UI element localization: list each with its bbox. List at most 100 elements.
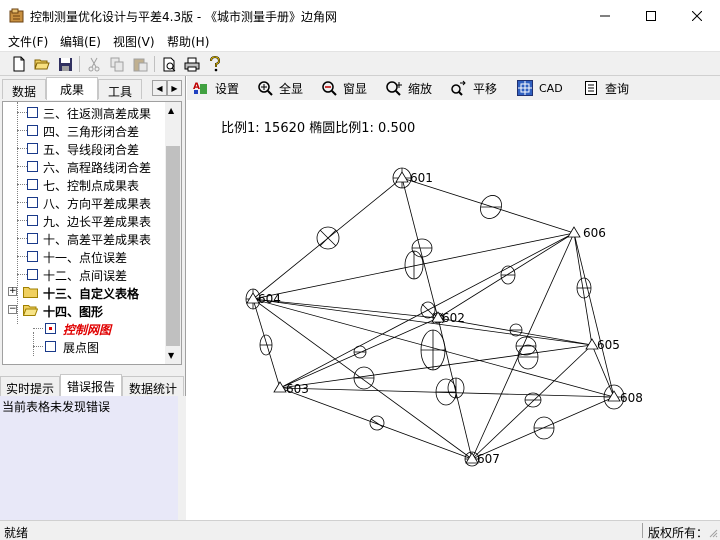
tree-item[interactable]: 七、控制点成果表 <box>3 175 168 193</box>
print-preview-button[interactable] <box>160 55 178 73</box>
zoom-button[interactable]: 缩放 <box>385 78 432 98</box>
tree-item-point-plot[interactable]: 展点图 <box>3 337 168 355</box>
tree-item[interactable]: 九、边长平差成果表 <box>3 211 168 229</box>
save-button[interactable] <box>56 55 74 73</box>
station-labels: 601 602 603 604 605 606 607 608 <box>258 171 643 466</box>
error-message: 当前表格未发现错误 <box>2 400 111 414</box>
status-ready: 就绪 <box>4 526 29 540</box>
settings-button[interactable]: A 设置 <box>192 78 239 98</box>
zoom-fit-icon <box>256 79 274 97</box>
tab-data-stats[interactable]: 数据统计 <box>122 376 184 396</box>
tree-item-label: 五、导线段闭合差 <box>43 143 140 157</box>
network-canvas[interactable]: 比例1: 15620 椭圆比例1: 0.500 601 602 603 604 … <box>187 100 720 520</box>
tab-results[interactable]: 成果 <box>46 77 98 100</box>
tree-item[interactable]: 十、高差平差成果表 <box>3 229 168 247</box>
tree-item-label: 四、三角形闭合差 <box>43 125 140 139</box>
about-button[interactable] <box>206 55 224 73</box>
tree-checkbox[interactable] <box>27 233 38 244</box>
document-query-icon <box>582 79 600 97</box>
collapse-icon[interactable]: − <box>8 305 17 314</box>
scroll-down-icon[interactable]: ▼ <box>168 351 174 360</box>
tree-item-label: 控制网图 <box>63 323 112 337</box>
tab-realtime-hints[interactable]: 实时提示 <box>0 376 60 396</box>
tree-checkbox[interactable] <box>27 269 38 280</box>
tree-checkbox[interactable] <box>27 107 38 118</box>
tree-item-label: 六、高程路线闭合差 <box>43 161 152 175</box>
results-tree: 三、往返测高差成果 四、三角形闭合差 五、导线段闭合差 六、高程路线闭合差 七、… <box>2 101 182 365</box>
copy-button[interactable] <box>108 55 126 73</box>
open-folder-icon <box>34 59 50 70</box>
fit-all-button[interactable]: 全显 <box>256 78 303 98</box>
tree-item[interactable]: 六、高程路线闭合差 <box>3 157 168 175</box>
tree-checkbox[interactable] <box>27 197 38 208</box>
new-button[interactable] <box>10 55 28 73</box>
fit-all-label: 全显 <box>279 81 304 96</box>
title-bar: 控制测量优化设计与平差4.3版 - 《城市测量手册》边角网 <box>0 0 720 31</box>
new-file-icon <box>13 56 25 72</box>
cut-icon <box>88 57 100 71</box>
tree-checkbox[interactable] <box>27 125 38 136</box>
tree-folder-graphics[interactable]: − 十四、图形 <box>3 301 168 319</box>
control-network-graph: 601 602 603 604 605 606 607 608 <box>245 167 643 467</box>
pan-label: 平移 <box>473 81 498 96</box>
resize-grip-icon[interactable] <box>708 528 718 538</box>
tree-checkbox[interactable] <box>45 341 56 352</box>
tree-folder-label: 十四、图形 <box>43 305 104 319</box>
tree-item[interactable]: 三、往返测高差成果 <box>3 103 168 121</box>
tab-data[interactable]: 数据 <box>2 79 46 99</box>
tab-scroll-right-button[interactable]: ▶ <box>167 80 182 96</box>
query-button[interactable]: 查询 <box>582 78 629 98</box>
zoom-label: 缩放 <box>408 81 433 96</box>
error-scrollbar[interactable] <box>178 396 186 520</box>
print-button[interactable] <box>183 55 201 73</box>
close-icon <box>692 10 702 21</box>
tree-item-control-network[interactable]: 控制网图 <box>3 319 168 337</box>
tree-checkbox-checked[interactable] <box>45 323 56 334</box>
bottom-tab-strip: 实时提示 错误报告 数据统计 <box>0 374 186 396</box>
save-icon <box>58 57 72 71</box>
tree-item[interactable]: 五、导线段闭合差 <box>3 139 168 157</box>
tree-item[interactable]: 十一、点位误差 <box>3 247 168 265</box>
tree-checkbox[interactable] <box>27 161 38 172</box>
tab-tools[interactable]: 工具 <box>98 79 142 99</box>
minimize-button[interactable] <box>582 0 628 31</box>
tree-item-label: 九、边长平差成果表 <box>43 215 152 229</box>
close-button[interactable] <box>674 0 720 31</box>
tree-item[interactable]: 八、方向平差成果表 <box>3 193 168 211</box>
tree-item[interactable]: 四、三角形闭合差 <box>3 121 168 139</box>
menu-file[interactable]: 文件(F) <box>8 33 48 50</box>
settings-label: 设置 <box>215 81 240 96</box>
expand-icon[interactable]: + <box>8 287 17 296</box>
tree-item[interactable]: 十二、点间误差 <box>3 265 168 283</box>
pan-button[interactable]: 平移 <box>450 78 497 98</box>
left-pane: 数据 成果 工具 ◀ ▶ 三、往返测高差成果 四、三角形闭合差 五、导线段闭合差 <box>0 76 186 520</box>
menu-edit[interactable]: 编辑(E) <box>60 33 101 50</box>
menu-view[interactable]: 视图(V) <box>113 33 155 50</box>
tab-error-report[interactable]: 错误报告 <box>60 374 122 396</box>
status-copyright: 版权所有： <box>648 526 709 540</box>
paste-icon <box>133 58 147 71</box>
menu-help[interactable]: 帮助(H) <box>167 33 209 50</box>
tree-folder-label: 十三、自定义表格 <box>43 287 140 301</box>
maximize-button[interactable] <box>628 0 674 31</box>
point-label: 603 <box>286 382 309 396</box>
tree-checkbox[interactable] <box>27 179 38 190</box>
tree-item-label: 七、控制点成果表 <box>43 179 140 193</box>
tree-item-label: 十、高差平差成果表 <box>43 233 152 247</box>
open-button[interactable] <box>33 55 51 73</box>
tree-folder-custom-tables[interactable]: + 十三、自定义表格 <box>3 283 168 301</box>
tree-checkbox[interactable] <box>27 143 38 154</box>
point-label: 608 <box>620 391 643 405</box>
paste-button[interactable] <box>131 55 149 73</box>
scrollbar-thumb[interactable] <box>166 146 180 346</box>
tree-scrollbar[interactable]: ▲ ▼ <box>165 102 181 364</box>
tree-checkbox[interactable] <box>27 215 38 226</box>
tree-checkbox[interactable] <box>27 251 38 262</box>
cad-icon <box>516 79 534 97</box>
tab-scroll-left-button[interactable]: ◀ <box>152 80 167 96</box>
cad-button[interactable]: CAD <box>516 78 563 98</box>
scroll-up-icon[interactable]: ▲ <box>168 106 174 115</box>
point-label: 602 <box>442 311 465 325</box>
window-zoom-button[interactable]: 窗显 <box>320 78 367 98</box>
cut-button[interactable] <box>85 55 103 73</box>
